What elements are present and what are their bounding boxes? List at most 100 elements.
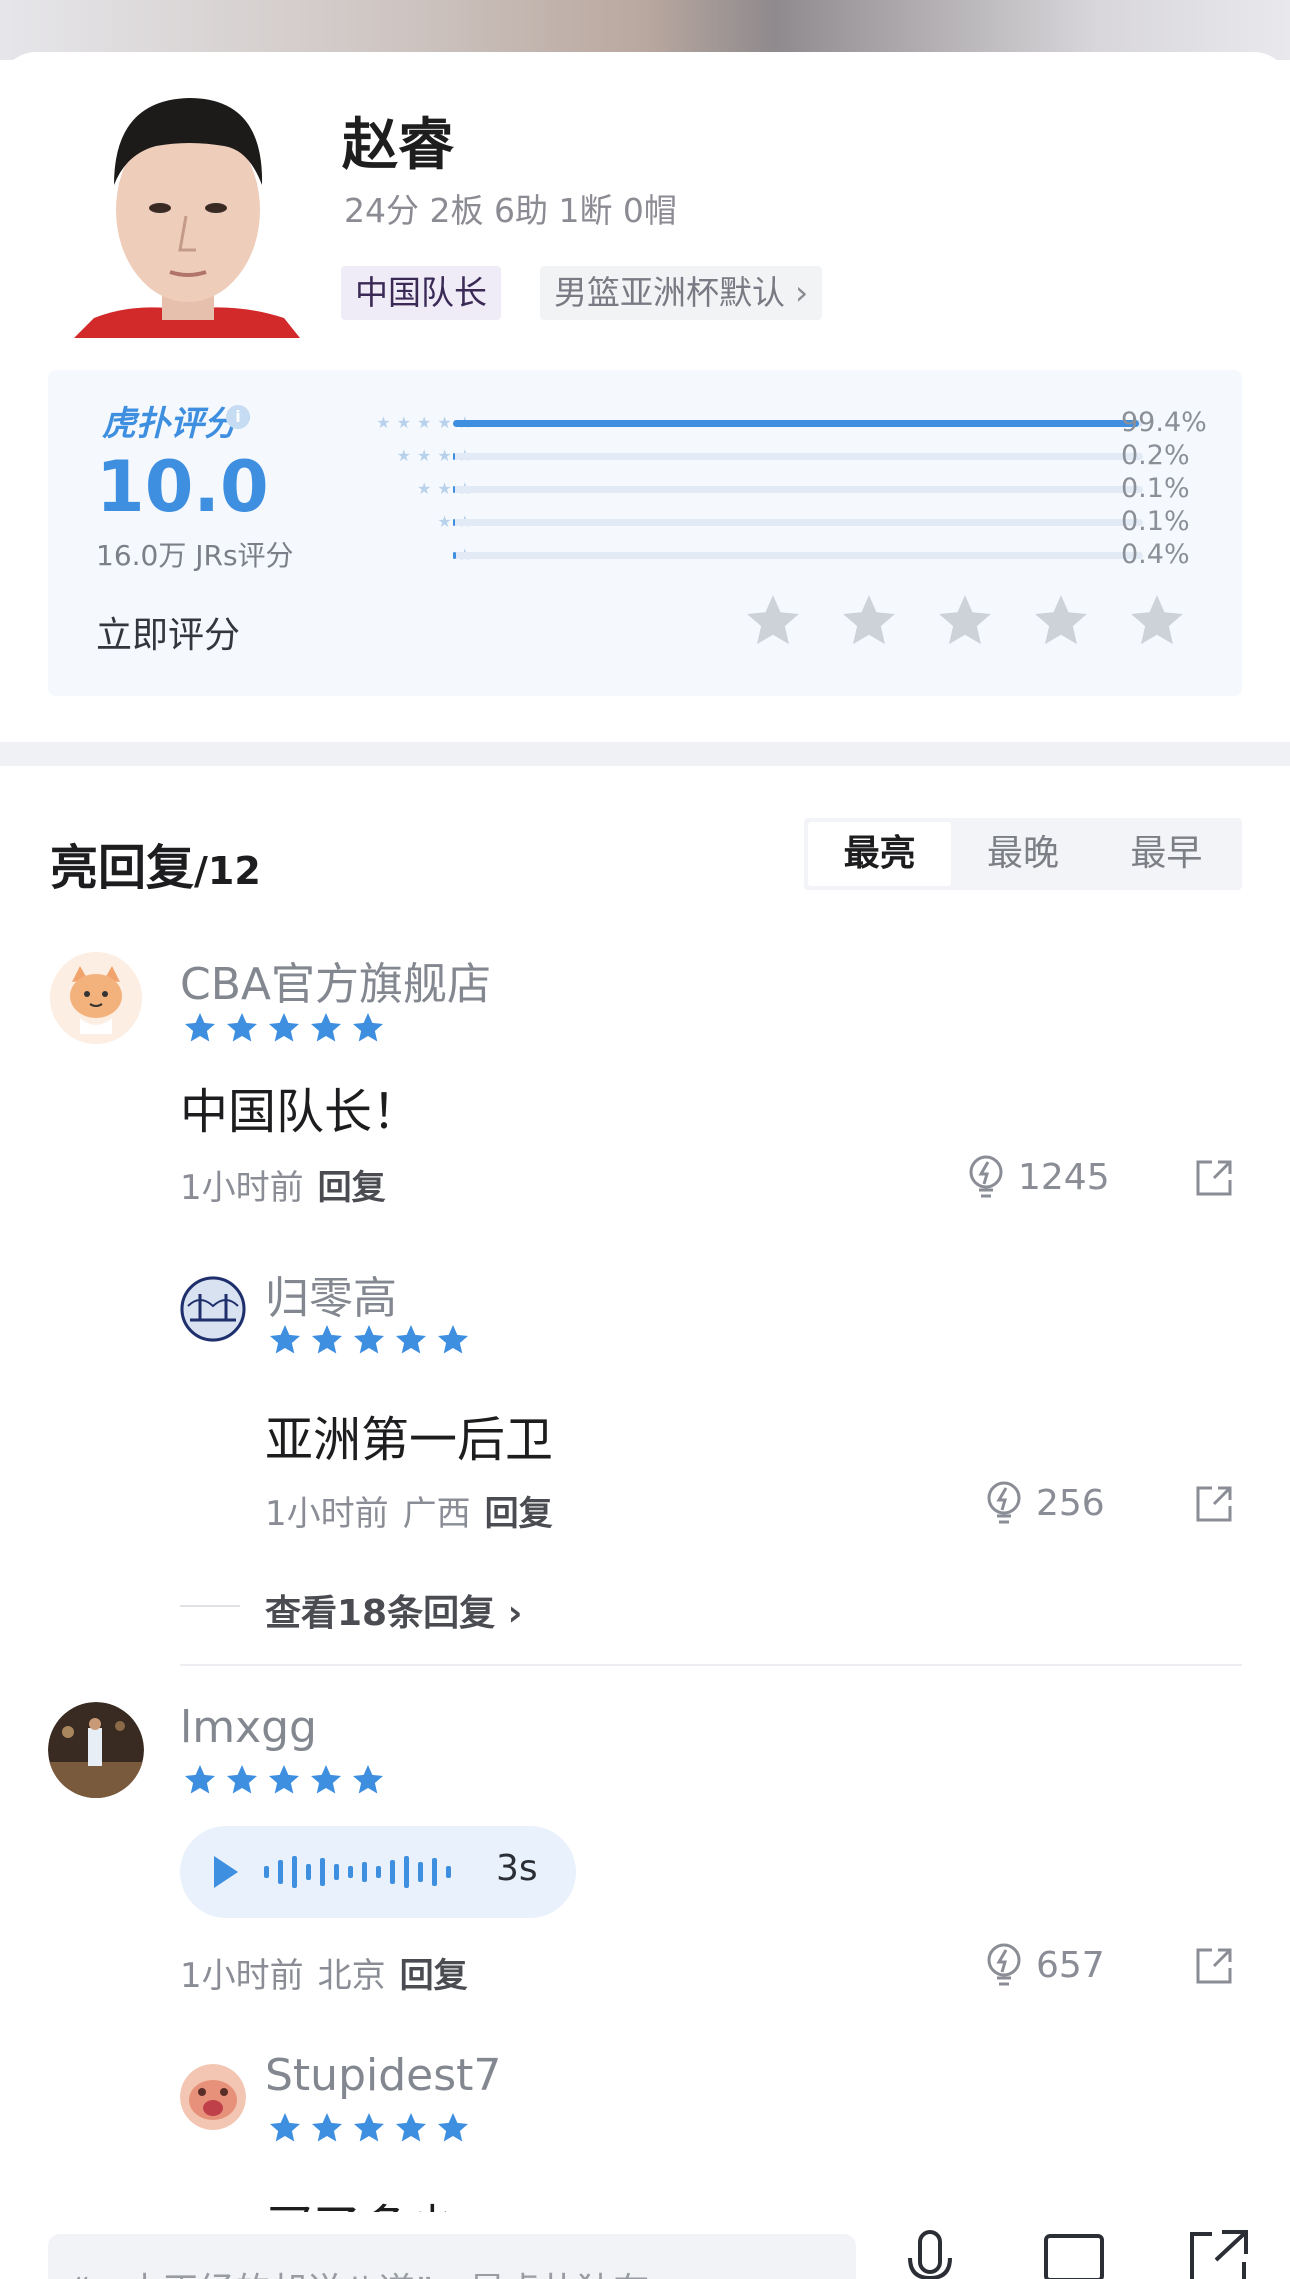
star-filled-icon (227, 1765, 257, 1794)
distribution-row-1: ★ 0.4% (48, 540, 1242, 570)
share-icon[interactable] (1186, 2228, 1250, 2279)
share-icon[interactable] (1192, 1482, 1236, 1526)
rate-star-3-icon[interactable] (934, 590, 996, 652)
player-photo (74, 80, 300, 338)
top-background (0, 0, 1290, 60)
share-icon[interactable] (1192, 1156, 1236, 1200)
comment-text: 亚洲第一后卫 (265, 1412, 554, 1468)
distribution-percent: 0.1% (1121, 473, 1190, 504)
comment-time: 1小时前 (180, 1168, 304, 1208)
thread-separator (180, 1664, 1242, 1666)
share-icon[interactable] (1192, 1944, 1236, 1988)
chevron-right-icon: › (507, 1593, 523, 1634)
play-icon[interactable] (212, 1854, 240, 1890)
rate-now-label: 立即评分 (96, 615, 241, 656)
star-filled-icon (438, 2113, 468, 2142)
comment-meta: 1小时前 广西 回复 (265, 1486, 553, 1535)
rate-star-4-icon[interactable] (1030, 590, 1092, 652)
view-more-line (180, 1605, 240, 1607)
comment-text: 中国队长！ (180, 1084, 421, 1140)
microphone-icon[interactable] (898, 2228, 962, 2279)
star-filled-icon (312, 1325, 342, 1354)
star-filled-icon (269, 1765, 299, 1794)
star-filled-icon (185, 1765, 215, 1794)
lightbulb-icon (969, 1155, 1003, 1198)
like-count: 657 (1036, 1944, 1105, 1986)
distribution-track (453, 552, 1143, 559)
comment-text: 买了多少 (265, 2188, 457, 2212)
distribution-row-5: ★★★★★ 99.4% (48, 408, 1242, 438)
view-more-replies-button[interactable]: 查看18条回复 › (265, 1584, 523, 1636)
comment-stars (267, 2110, 471, 2146)
star-filled-icon (227, 1013, 257, 1042)
comment-username[interactable]: CBA官方旗舰店 (180, 948, 491, 1012)
comment-username[interactable]: lmxgg (180, 1702, 317, 1753)
star-filled-icon (354, 2113, 384, 2142)
comment-time: 1小时前 (265, 1494, 389, 1534)
star-filled-icon (396, 1325, 426, 1354)
player-stats: 24分 2板 6助 1断 0帽 (344, 191, 677, 230)
distribution-percent: 0.1% (1121, 506, 1190, 537)
distribution-track (453, 453, 1143, 460)
like-count: 256 (1036, 1482, 1105, 1524)
star-filled-icon (270, 1325, 300, 1354)
star-filled-icon (353, 1013, 383, 1042)
star-filled-icon (396, 2113, 426, 2142)
voice-message[interactable]: 3s (180, 1826, 576, 1918)
comment-meta: 1小时前 北京 回复 (180, 1948, 468, 1997)
reply-button[interactable]: 回复 (318, 1168, 386, 1208)
section-title: 亮回复/12 (50, 840, 261, 896)
star-filled-icon (311, 1013, 341, 1042)
distribution-percent: 0.4% (1121, 539, 1190, 570)
avatar[interactable] (180, 2064, 246, 2130)
reply-button[interactable]: 回复 (400, 1956, 468, 1996)
tag-tournament-label: 男篮亚洲杯默认 (554, 273, 785, 312)
voice-duration: 3s (496, 1848, 538, 1889)
like-button[interactable]: 256 (984, 1480, 1105, 1526)
distribution-row-4: ★★★★ 0.2% (48, 441, 1242, 471)
tab-brightest[interactable]: 最亮 (808, 822, 952, 886)
like-count: 1245 (1018, 1156, 1110, 1198)
comment-input-placeholder: “一本正经的胡说八道”，是虎扑独有 (72, 2262, 649, 2279)
comment-input[interactable]: “一本正经的胡说八道”，是虎扑独有 (48, 2234, 856, 2279)
comment-meta: 1小时前 回复 (180, 1160, 386, 1209)
star-filled-icon (354, 1325, 384, 1354)
distribution-track (453, 486, 1143, 493)
tab-latest[interactable]: 最晚 (951, 822, 1094, 886)
avatar[interactable] (180, 1276, 246, 1342)
comment-stars (267, 1322, 471, 1358)
tag-captain[interactable]: 中国队长 (341, 266, 501, 320)
distribution-percent: 99.4% (1121, 407, 1207, 438)
comment-icon[interactable] (1042, 2228, 1106, 2279)
tag-tournament[interactable]: 男篮亚洲杯默认 › (540, 266, 823, 320)
lightbulb-icon (987, 1481, 1021, 1524)
avatar[interactable] (48, 1702, 144, 1798)
star-filled-icon (311, 1765, 341, 1794)
like-button[interactable]: 1245 (966, 1154, 1110, 1200)
comment-stars (182, 1010, 386, 1046)
like-button[interactable]: 657 (984, 1942, 1105, 1988)
rating-panel: 虎扑评分® i 10.0 16.0万 JRs评分 ★★★★★ 99.4% ★★★… (48, 370, 1242, 696)
comment-time: 1小时前 (180, 1956, 304, 1996)
rate-stars-input[interactable] (742, 590, 1192, 660)
comment-username[interactable]: Stupidest7 (265, 2050, 501, 2101)
rate-star-1-icon[interactable] (742, 590, 804, 652)
avatar[interactable] (50, 952, 142, 1044)
distribution-track (453, 519, 1143, 526)
rate-star-5-icon[interactable] (1126, 590, 1188, 652)
comment-stars (182, 1762, 386, 1798)
star-filled-icon (185, 1013, 215, 1042)
rate-star-2-icon[interactable] (838, 590, 900, 652)
comment-location: 北京 (317, 1956, 386, 1996)
star-filled-icon (269, 1013, 299, 1042)
star-filled-icon (312, 2113, 342, 2142)
distribution-row-3: ★★★ 0.1% (48, 474, 1242, 504)
waveform-icon (264, 1856, 451, 1888)
comment-location: 广西 (402, 1494, 471, 1534)
reply-button[interactable]: 回复 (485, 1494, 553, 1534)
lightbulb-icon (987, 1943, 1021, 1986)
star-filled-icon (438, 1325, 468, 1354)
distribution-fill (453, 519, 456, 526)
comment-username[interactable]: 归零高 (265, 1262, 397, 1326)
tab-earliest[interactable]: 最早 (1095, 822, 1238, 886)
